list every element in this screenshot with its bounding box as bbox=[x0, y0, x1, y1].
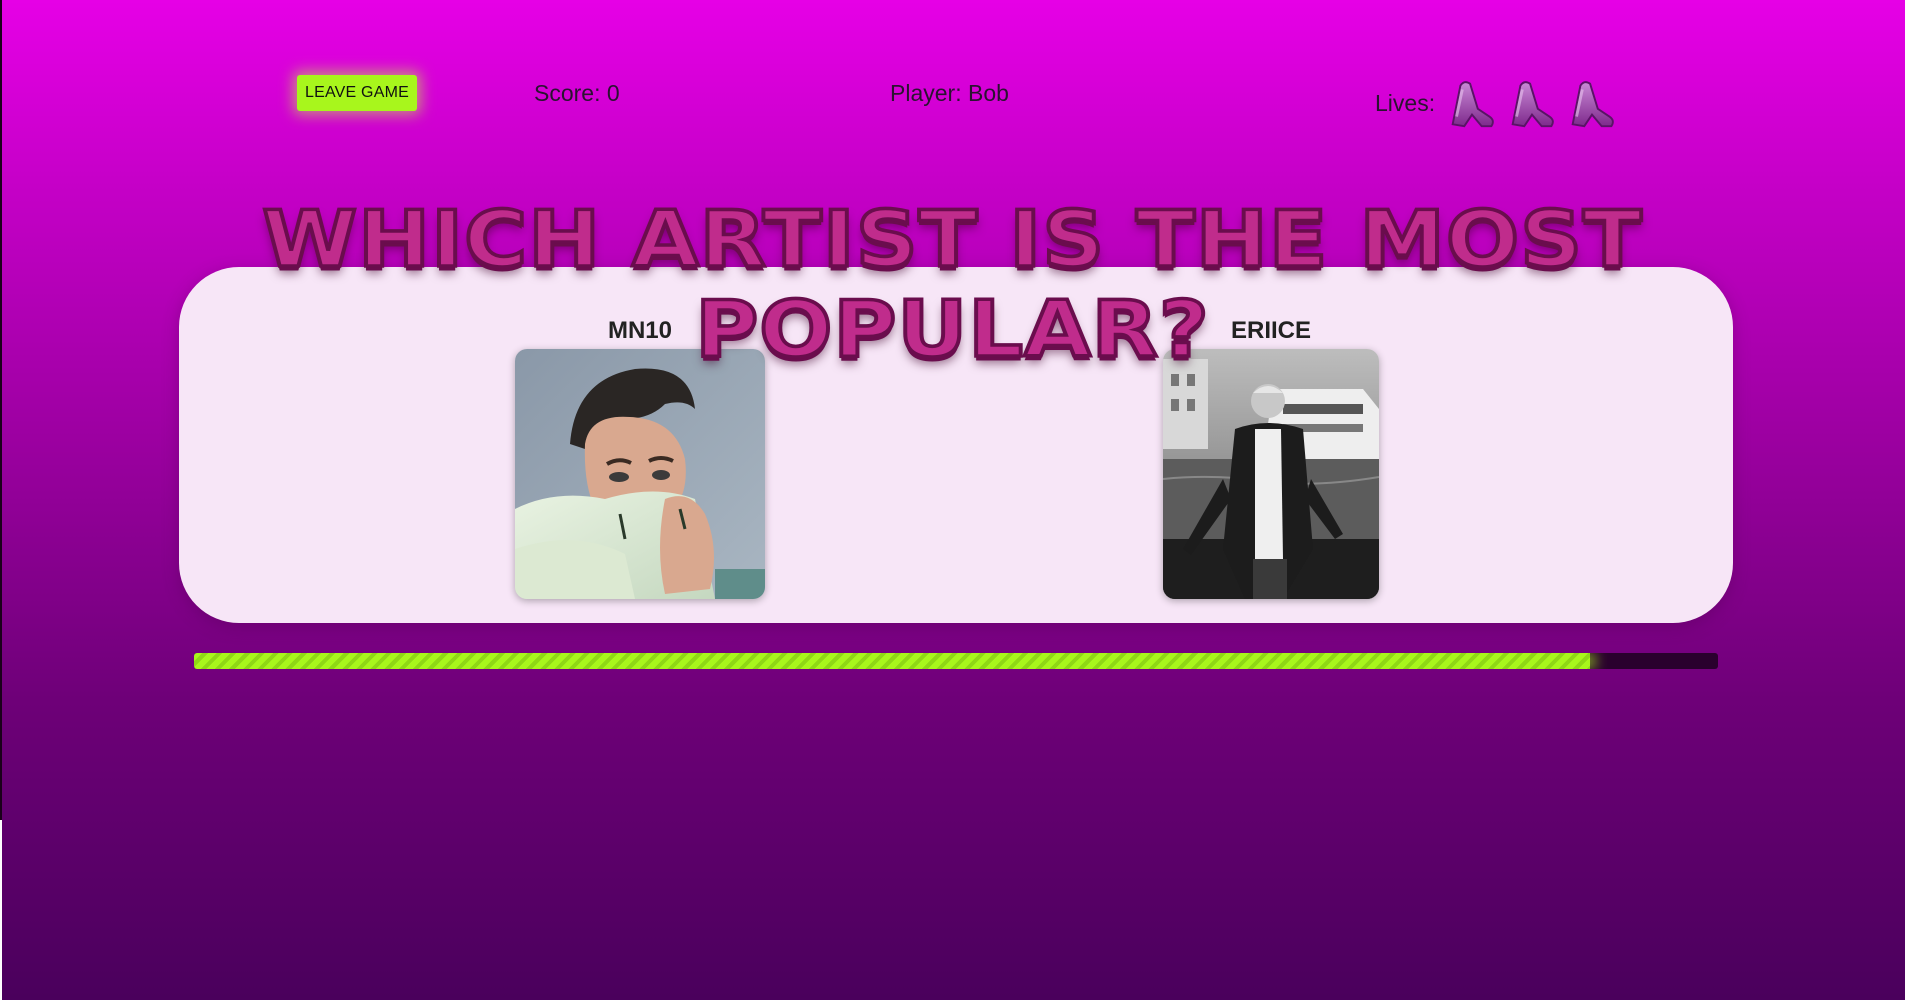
game-header: LEAVE GAME Score: 0 Player: Bob Lives: bbox=[0, 60, 1905, 130]
lives-display: Lives: bbox=[1375, 74, 1621, 132]
boot-icon bbox=[1511, 81, 1554, 128]
artist-photo[interactable] bbox=[515, 349, 765, 599]
window-edge-lower bbox=[0, 820, 2, 1000]
boot-icon bbox=[1451, 81, 1494, 128]
player-display: Player: Bob bbox=[890, 80, 1009, 106]
artist-photo-image bbox=[1163, 349, 1379, 599]
leave-game-button[interactable]: LEAVE GAME bbox=[297, 75, 417, 111]
artist-photo-image bbox=[515, 349, 765, 599]
lives-label: Lives: bbox=[1375, 89, 1436, 116]
question-title: WHICH ARTIST IS THE MOST POPULAR? bbox=[260, 193, 1643, 377]
boot-icon bbox=[1571, 81, 1614, 128]
timer-bar bbox=[194, 653, 1718, 669]
timer-bar-fill bbox=[194, 653, 1590, 669]
artist-photo[interactable] bbox=[1163, 349, 1379, 599]
score-display: Score: 0 bbox=[534, 80, 620, 106]
